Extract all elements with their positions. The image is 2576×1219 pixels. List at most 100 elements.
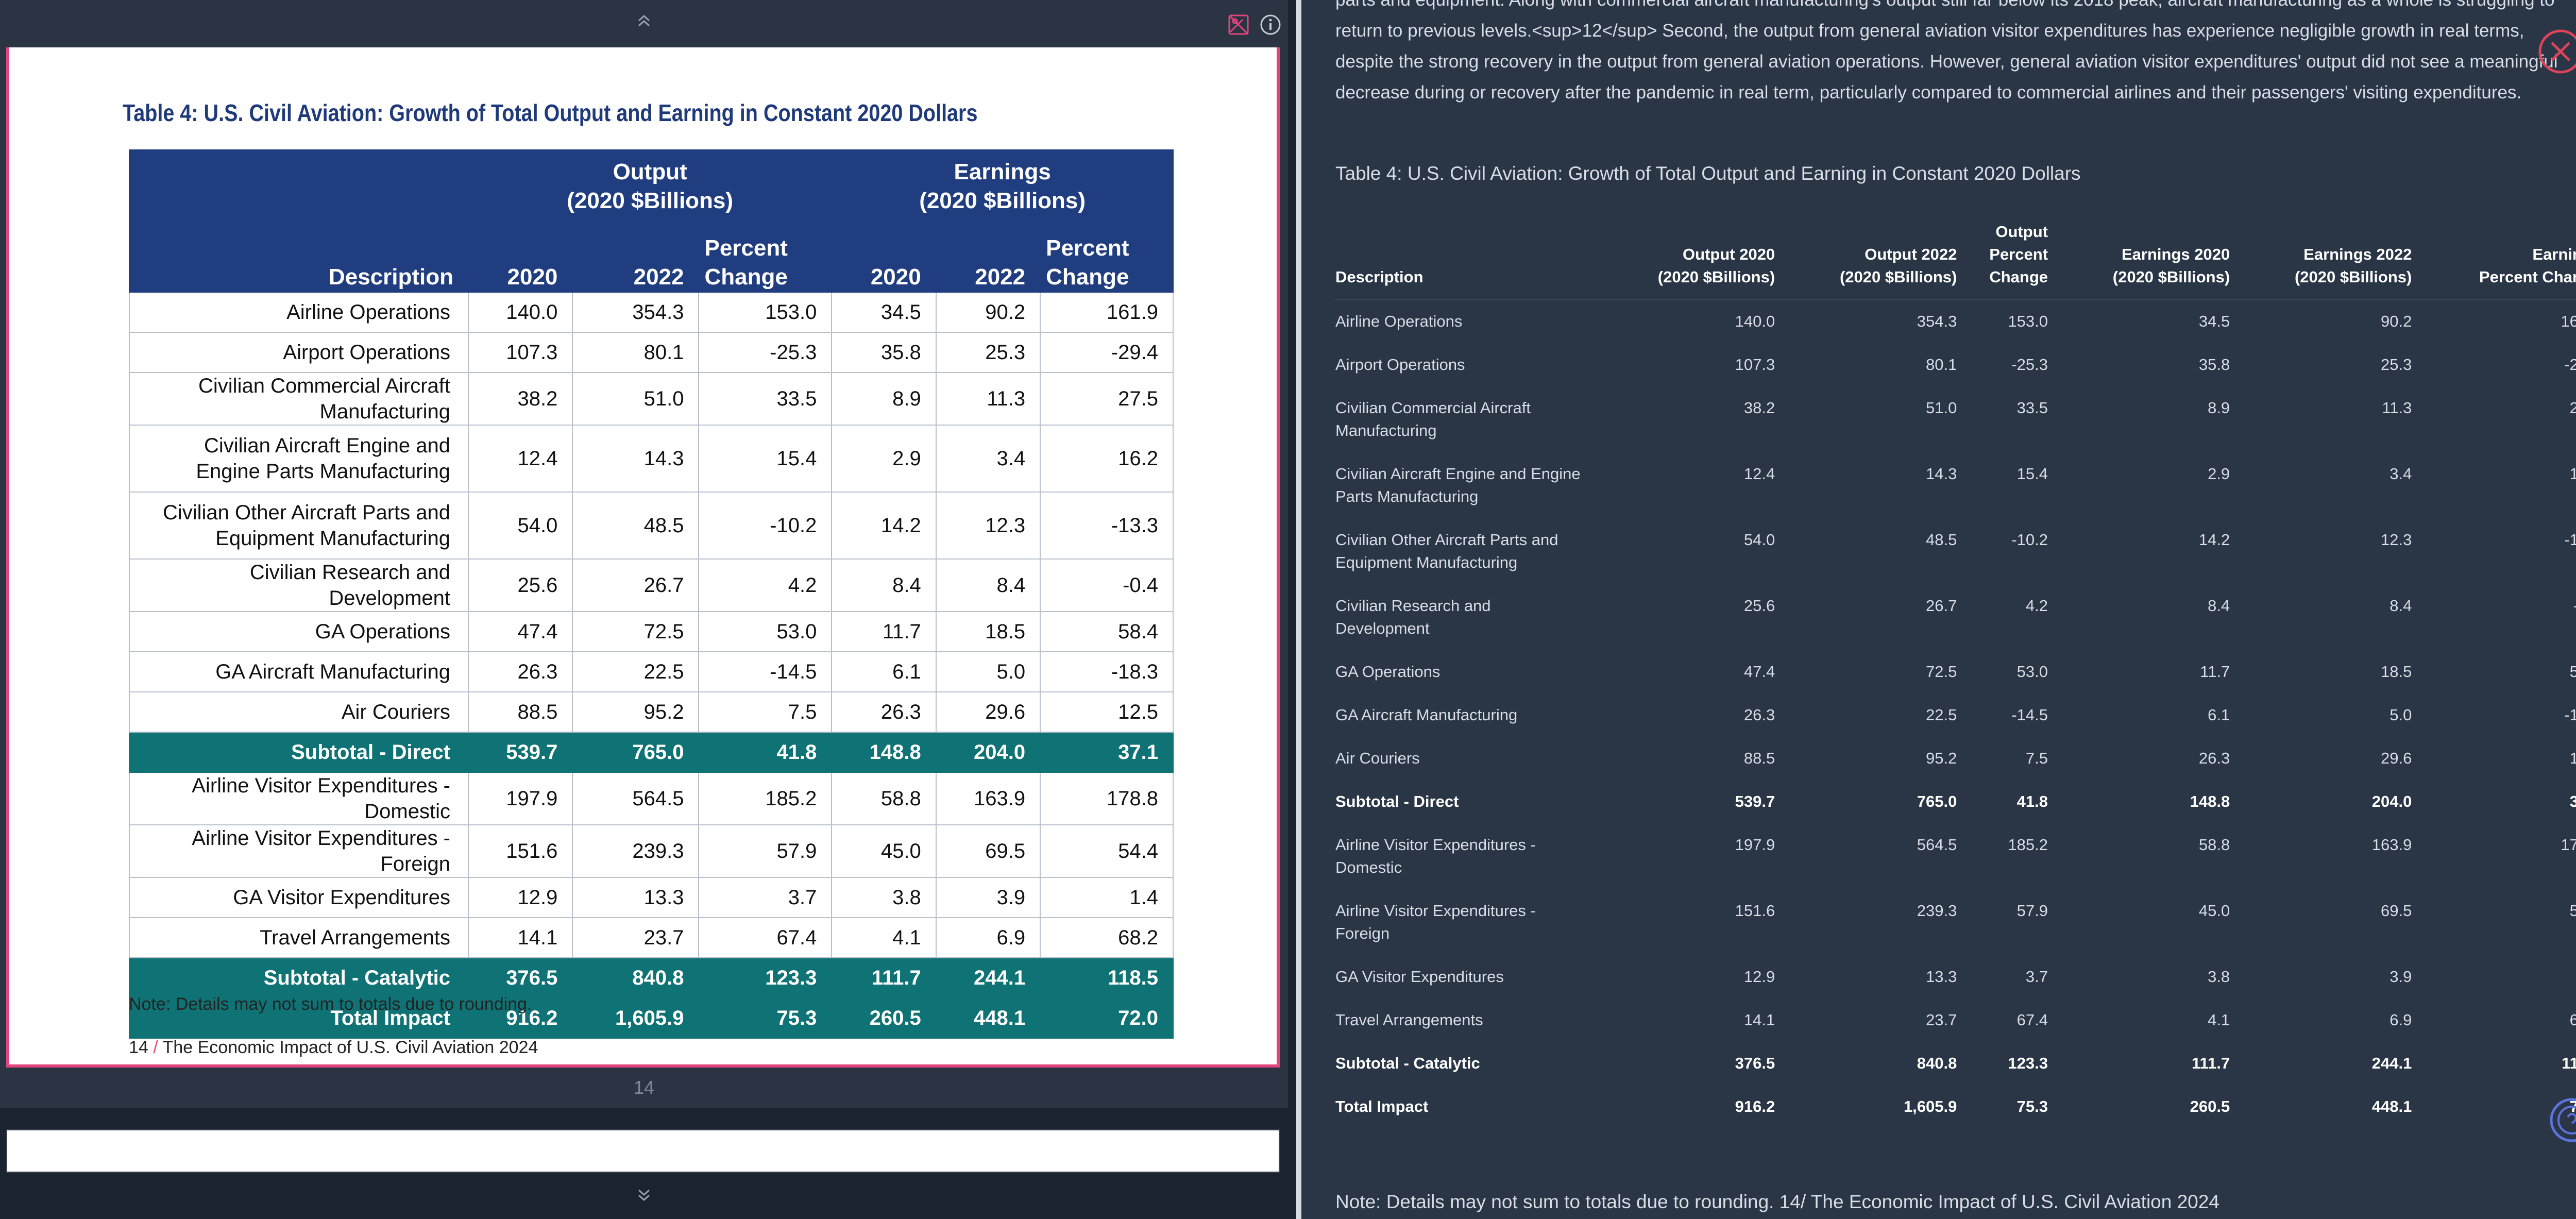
pdf-row-value: 3.7 <box>698 877 833 918</box>
image-icon[interactable] <box>1227 13 1250 39</box>
pdf-footer-slash: / <box>153 1038 158 1057</box>
help-icon[interactable] <box>2547 1095 2576 1145</box>
pdf-row-value: 58.4 <box>1040 611 1174 652</box>
extracted-subtotal-row: Subtotal - Direct 539.7 765.0 41.8 148.8 204.… <box>1335 780 2576 823</box>
pdf-header-description: Description <box>129 149 469 293</box>
pdf-row-value: 72.0 <box>1040 997 1174 1039</box>
extracted-row-value: 239.3 <box>1917 902 1957 920</box>
pdf-page-footer: 14 / The Economic Impact of U.S. Civil A… <box>129 1038 538 1058</box>
extracted-row-value: 11.3 <box>2382 399 2412 417</box>
pdf-row-description: Airline Visitor Expenditures - Domestic <box>129 772 469 825</box>
pdf-row-value: 12.5 <box>1040 691 1174 733</box>
extracted-desc-line: Domestic <box>1335 858 1402 876</box>
pdf-row-value: 118.5 <box>1040 957 1174 998</box>
pdf-header-output-pct: Percent Change <box>698 223 833 293</box>
next-page-preview[interactable] <box>6 1129 1280 1173</box>
pdf-row-value: 8.4 <box>831 558 937 612</box>
pdf-row-value: 448.1 <box>935 997 1041 1039</box>
extracted-row-description: Subtotal - Direct <box>1335 780 1593 823</box>
pdf-row-value: 26.3 <box>467 651 573 692</box>
extracted-row-value: 8.4 <box>2389 597 2412 615</box>
pdf-row-description: Airline Visitor Expenditures - Foreign <box>129 824 469 878</box>
extracted-table-caption: Table 4: U.S. Civil Aviation: Growth of … <box>1335 163 2081 184</box>
pdf-row-value: 107.3 <box>467 332 573 373</box>
panel-divider[interactable] <box>1296 0 1301 1219</box>
extracted-header-line: Change <box>1989 268 2048 286</box>
pdf-row-value: 16.2 <box>1040 425 1174 493</box>
extracted-row-value: 140.0 <box>1735 312 1775 330</box>
extracted-row-value: 72.5 <box>1926 663 1957 681</box>
extracted-row-value: 1,605.9 <box>1903 1097 1957 1115</box>
extracted-table-note: Note: Details may not sum to totals due … <box>1335 1191 2219 1212</box>
extracted-row-value: 840.8 <box>1917 1054 1957 1072</box>
extracted-row-description: Civilian Other Aircraft Parts and Equipme… <box>1335 518 1593 584</box>
pdf-row-value: 88.5 <box>467 691 573 733</box>
extracted-row-description: Civilian Commercial Aircraft Manufacturin… <box>1335 386 1593 452</box>
extracted-row-value: 25.6 <box>1743 597 1775 615</box>
extracted-row-value: 18.5 <box>2381 663 2412 681</box>
pdf-row-description: Airport Operations <box>129 332 469 373</box>
extracted-row-value: 51.0 <box>1926 399 1957 417</box>
pdf-row-value: 37.1 <box>1040 732 1174 773</box>
extracted-row-description: Airport Operations <box>1335 343 1593 386</box>
page-number-indicator: 14 <box>633 1077 655 1098</box>
extracted-row-value: -14.5 <box>2011 706 2048 724</box>
pdf-row-value: 54.0 <box>467 492 573 560</box>
pdf-row-value: 8.4 <box>935 558 1041 612</box>
extracted-row-value: 2.9 <box>2208 465 2230 483</box>
extracted-row-value: 123.3 <box>2008 1054 2048 1072</box>
pdf-row-value: 26.7 <box>572 558 700 612</box>
pdf-row-value: 5.0 <box>935 651 1041 692</box>
extracted-desc-line: Civilian Commercial Aircraft <box>1335 399 1531 417</box>
pdf-row-value: 27.5 <box>1040 372 1174 426</box>
extracted-row-description: Travel Arrangements <box>1335 998 1593 1042</box>
extracted-row-value: 67.4 <box>2016 1011 2048 1029</box>
extracted-row-value: 14.1 <box>1743 1011 1775 1029</box>
pdf-row-value: 197.9 <box>467 772 573 825</box>
pdf-row-description: Travel Arrangements <box>129 917 469 958</box>
extracted-row-value: 95.2 <box>1926 749 1957 767</box>
pdf-row-value: 376.5 <box>467 957 573 998</box>
pdf-row-value: 29.6 <box>935 691 1041 733</box>
pdf-row-value: 67.4 <box>698 917 833 958</box>
extracted-header-line: Earnings <box>2532 245 2576 263</box>
extracted-row-value: 14.2 <box>2198 531 2230 549</box>
extracted-row-value: 7.5 <box>2025 749 2048 767</box>
pdf-viewer-area[interactable]: Table 4: U.S. Civil Aviation: Growth of … <box>0 0 1288 1108</box>
pdf-row-value: 3.8 <box>831 877 937 918</box>
info-icon[interactable] <box>1259 13 1282 39</box>
extracted-header-cell: Output 2020 (2020 $Billions) <box>1593 221 1775 300</box>
pdf-row-value: 140.0 <box>467 292 573 333</box>
pdf-row-value: 7.5 <box>698 691 833 733</box>
pdf-row-value: 80.1 <box>572 332 700 373</box>
extracted-desc-line: Foreign <box>1335 924 1390 942</box>
chevron-up-icon[interactable] <box>634 10 654 31</box>
pdf-row-description: Airline Operations <box>129 292 469 333</box>
close-icon[interactable] <box>2535 26 2576 77</box>
extracted-row-description: Airline Operations <box>1335 299 1593 343</box>
extracted-row-value: 14.3 <box>1926 465 1957 483</box>
extracted-desc-line: Airline Visitor Expenditures - <box>1335 902 1536 920</box>
chevron-down-icon[interactable] <box>634 1185 654 1206</box>
pdf-header-earnings-2020: 2020 <box>831 223 937 293</box>
extracted-row-description: Civilian Aircraft Engine and Engine Parts… <box>1335 452 1593 518</box>
pdf-row-value: -13.3 <box>1040 492 1174 560</box>
extracted-desc-line: GA Visitor Expenditures <box>1335 968 1504 986</box>
extracted-content-panel: parts and equipment. Along with commerci… <box>1301 0 2576 1219</box>
pdf-row-value: 8.9 <box>831 372 937 426</box>
pdf-row-value: 840.8 <box>572 957 700 998</box>
extracted-row-value: 25.3 <box>2381 355 2412 374</box>
extracted-table-row: Civilian Other Aircraft Parts and Equipme… <box>1335 518 2576 584</box>
extracted-row-value: 80.1 <box>1926 355 1957 374</box>
extracted-row-value: 22.5 <box>1926 706 1957 724</box>
extracted-desc-line: Total Impact <box>1335 1097 1429 1115</box>
extracted-row-description: GA Aircraft Manufacturing <box>1335 693 1593 737</box>
extracted-row-description: Subtotal - Catalytic <box>1335 1042 1593 1085</box>
pdf-row-description: Air Couriers <box>129 691 469 733</box>
extracted-row-value: 68.2 <box>2569 1011 2576 1029</box>
extracted-table-row: Air Couriers 88.5 95.2 7.5 26.3 29.6 12.5 <box>1335 737 2576 780</box>
extracted-desc-line: Manufacturing <box>1335 421 1437 439</box>
extracted-table-row: Airport Operations 107.3 80.1 -25.3 35.8 25.3… <box>1335 343 2576 386</box>
pdf-row-value: 185.2 <box>698 772 833 825</box>
extracted-header-cell: Description <box>1335 221 1593 300</box>
